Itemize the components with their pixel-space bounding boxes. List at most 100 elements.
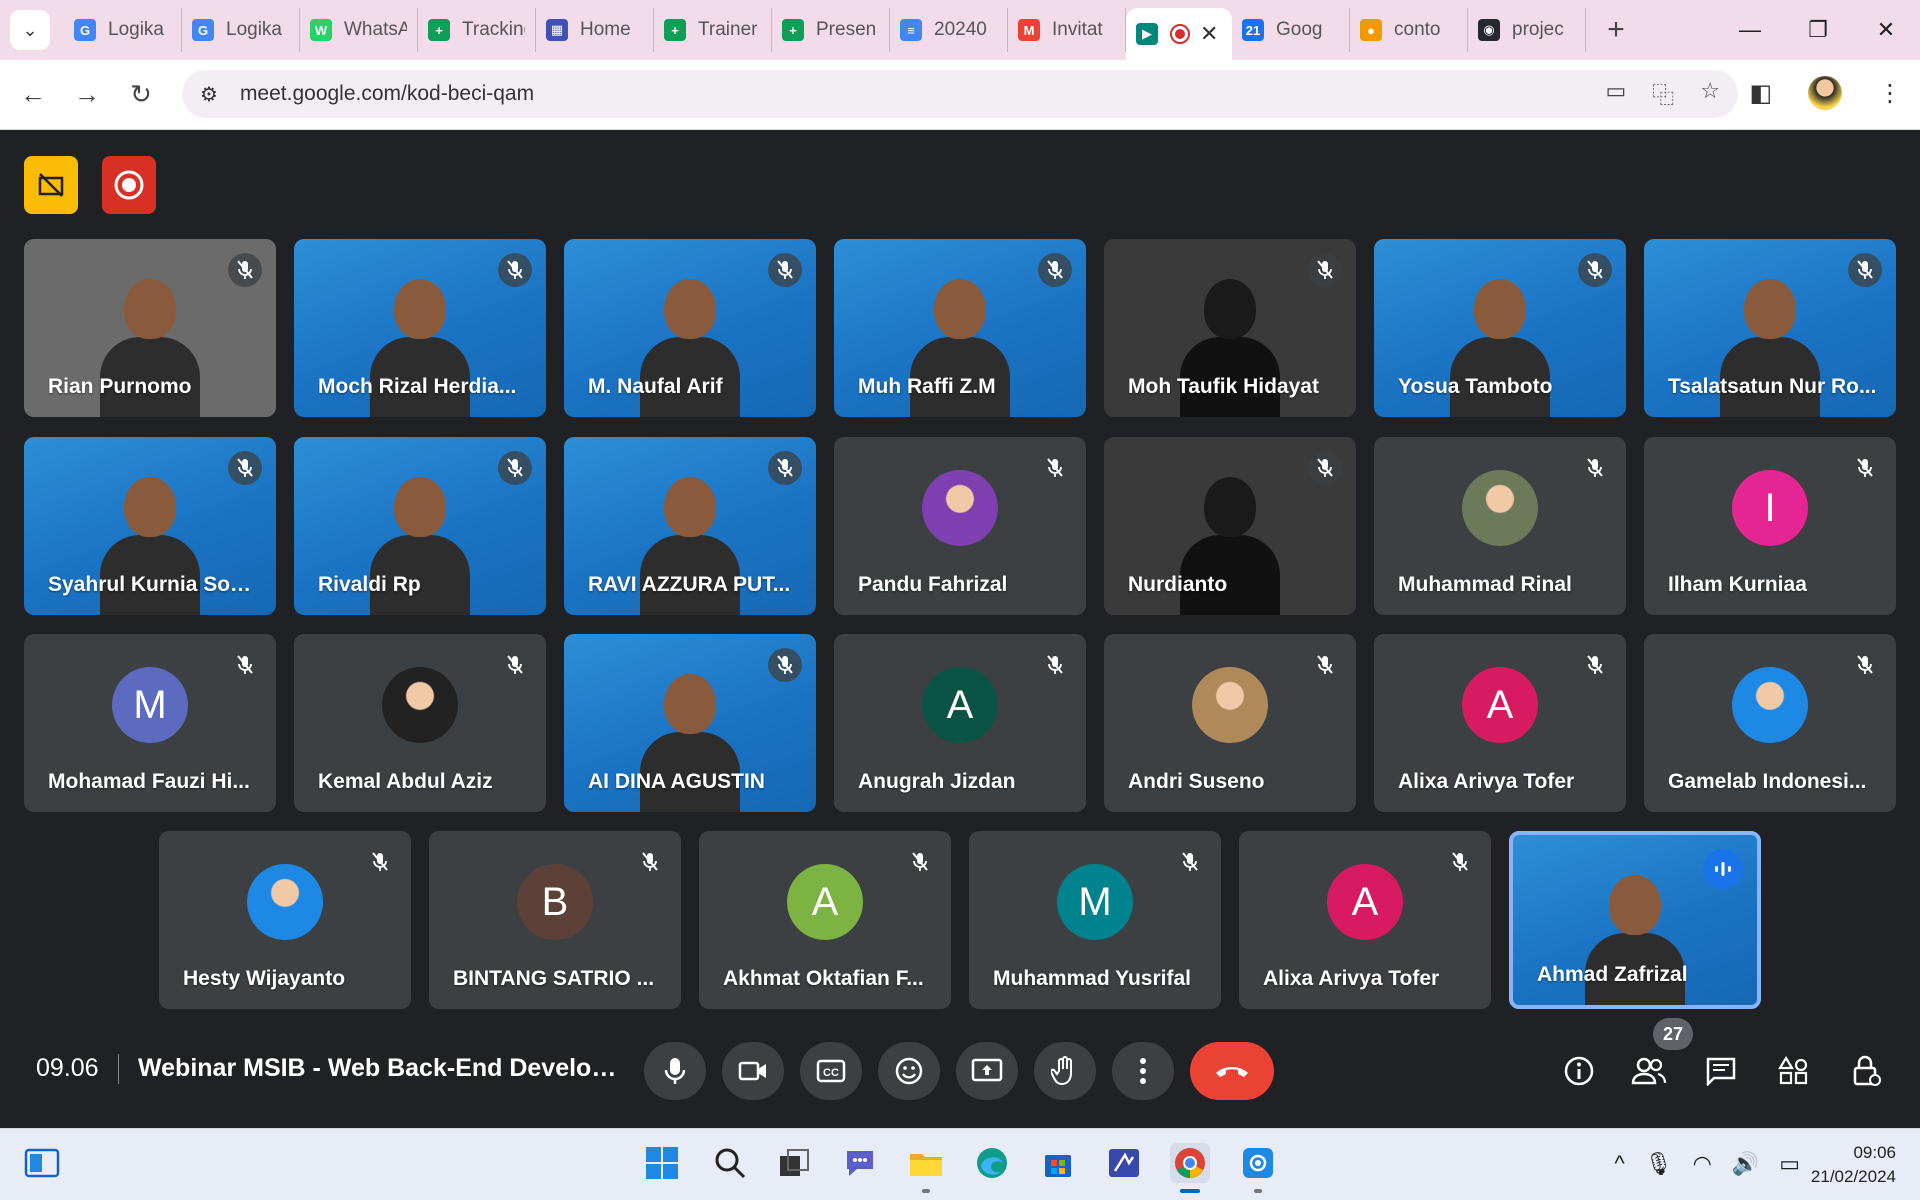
participant-tile[interactable]: Nurdianto <box>1104 437 1356 615</box>
participant-tile[interactable]: Rian Purnomo <box>24 239 276 417</box>
avatar: A <box>1327 864 1403 940</box>
participant-tile[interactable]: Gamelab Indonesi... <box>1644 634 1896 812</box>
participant-name: Kemal Abdul Aziz <box>318 770 493 793</box>
participant-tile[interactable]: A Alixa Arivya Tofer <box>1239 831 1491 1009</box>
wifi-icon[interactable]: ◠ <box>1693 1151 1712 1177</box>
people-icon[interactable] <box>1624 1046 1674 1096</box>
participant-tile[interactable]: Syahrul Kurnia Sop... <box>24 437 276 615</box>
system-clock[interactable]: 09:06 21/02/2024 <box>1811 1141 1896 1189</box>
bookmark-star-icon[interactable]: ☆ <box>1700 78 1720 110</box>
microphone-tray-icon[interactable]: 🎙 <box>1645 1151 1673 1177</box>
tab-title: Tracking <box>462 19 525 40</box>
avatar-photo <box>382 667 458 743</box>
widgets-icon[interactable] <box>22 1143 62 1183</box>
forward-icon[interactable]: → <box>60 79 114 110</box>
participant-tile[interactable]: A Alixa Arivya Tofer <box>1374 634 1626 812</box>
start-icon[interactable] <box>642 1143 682 1183</box>
browser-tab[interactable]: + Tracking <box>418 8 536 52</box>
search-icon[interactable] <box>710 1143 750 1183</box>
chevron-up-icon[interactable]: ^ <box>1614 1151 1624 1177</box>
participant-name: Anugrah Jizdan <box>858 770 1016 793</box>
participant-tile[interactable]: M Mohamad Fauzi Hi... <box>24 634 276 812</box>
translate-icon[interactable]: ⿻ <box>1652 78 1674 110</box>
participant-tile[interactable]: Yosua Tamboto <box>1374 239 1626 417</box>
participant-tile[interactable]: A Akhmat Oktafian F... <box>699 831 951 1009</box>
leave-call-button[interactable] <box>1190 1042 1274 1100</box>
side-panel-icon[interactable]: ◧ <box>1749 79 1772 108</box>
screen-recorder-icon[interactable] <box>1238 1143 1278 1183</box>
teams-chat-icon[interactable] <box>840 1143 880 1183</box>
participant-name: Gamelab Indonesi... <box>1668 770 1867 793</box>
browser-tab[interactable]: M Invitat <box>1008 8 1126 52</box>
minimize-icon[interactable]: — <box>1716 0 1784 60</box>
new-tab-button[interactable]: + <box>1596 13 1636 47</box>
participant-name: Akhmat Oktafian F... <box>723 967 924 990</box>
participant-tile[interactable]: A Anugrah Jizdan <box>834 634 1086 812</box>
microphone-button[interactable] <box>644 1042 706 1100</box>
camera-icon[interactable]: ▭ <box>1605 78 1626 110</box>
emoji-reaction-button[interactable] <box>878 1042 940 1100</box>
participant-tile[interactable]: Moch Rizal Herdia... <box>294 239 546 417</box>
activities-icon[interactable] <box>1768 1046 1818 1096</box>
browser-tab[interactable]: ≡ 20240 <box>890 8 1008 52</box>
url-text[interactable]: meet.google.com/kod-beci-qam <box>240 82 534 106</box>
participant-tile[interactable]: M. Naufal Arif <box>564 239 816 417</box>
present-screen-button[interactable] <box>956 1042 1018 1100</box>
participant-name: RAVI AZZURA PUT... <box>588 573 791 596</box>
raise-hand-button[interactable] <box>1034 1042 1096 1100</box>
browser-tab[interactable]: ▦ Home <box>536 8 654 52</box>
browser-tab[interactable]: + Presen <box>772 8 890 52</box>
participant-tile[interactable]: B BINTANG SATRIO ... <box>429 831 681 1009</box>
no-recording-indicator-icon[interactable] <box>24 156 78 214</box>
participant-tile[interactable]: Muhammad Rinal <box>1374 437 1626 615</box>
participant-tile[interactable]: Rivaldi Rp <box>294 437 546 615</box>
participant-tile[interactable]: Andri Suseno <box>1104 634 1356 812</box>
volume-icon[interactable]: 🔊 <box>1732 1151 1759 1177</box>
file-explorer-icon[interactable] <box>906 1143 946 1183</box>
battery-icon[interactable]: ▭ <box>1779 1151 1800 1177</box>
participant-tile[interactable]: Ahmad Zafrizal <box>1509 831 1761 1009</box>
microsoft-store-icon[interactable] <box>1038 1143 1078 1183</box>
browser-tab[interactable]: ◉ projec <box>1468 8 1586 52</box>
restore-icon[interactable]: ❐ <box>1784 0 1852 60</box>
browser-tab[interactable]: + Trainer <box>654 8 772 52</box>
meeting-details-icon[interactable] <box>1554 1046 1604 1096</box>
browser-menu-icon[interactable]: ⋮ <box>1878 79 1902 108</box>
camera-button[interactable] <box>722 1042 784 1100</box>
task-view-icon[interactable] <box>774 1143 814 1183</box>
participant-name: Moh Taufik Hidayat <box>1128 375 1319 398</box>
participant-tile[interactable]: Moh Taufik Hidayat <box>1104 239 1356 417</box>
tab-search-button[interactable]: ⌄ <box>10 10 50 50</box>
browser-tab[interactable]: G Logika <box>64 8 182 52</box>
participant-tile[interactable]: Muh Raffi Z.M <box>834 239 1086 417</box>
tab-close-icon[interactable]: ✕ <box>1200 21 1218 47</box>
chat-icon[interactable] <box>1696 1046 1746 1096</box>
profile-avatar[interactable] <box>1808 76 1842 110</box>
browser-tab[interactable]: ● conto <box>1350 8 1468 52</box>
vscode-app-icon[interactable] <box>1104 1143 1144 1183</box>
edge-icon[interactable] <box>972 1143 1012 1183</box>
more-options-button[interactable] <box>1112 1042 1174 1100</box>
browser-tab[interactable]: G Logika <box>182 8 300 52</box>
participant-tile[interactable]: RAVI AZZURA PUT... <box>564 437 816 615</box>
participant-tile[interactable]: M Muhammad Yusrifal <box>969 831 1221 1009</box>
participant-tile[interactable]: Tsalatsatun Nur Ro... <box>1644 239 1896 417</box>
participant-tile[interactable]: AI DINA AGUSTIN <box>564 634 816 812</box>
host-controls-icon[interactable] <box>1842 1046 1892 1096</box>
participant-tile[interactable]: Pandu Fahrizal <box>834 437 1086 615</box>
participant-tile[interactable]: Kemal Abdul Aziz <box>294 634 546 812</box>
participant-tile[interactable]: I Ilham Kurniaa <box>1644 437 1896 615</box>
back-icon[interactable]: ← <box>6 79 60 110</box>
site-info-icon[interactable]: ⚙ <box>200 82 218 107</box>
participant-tile[interactable]: Hesty Wijayanto <box>159 831 411 1009</box>
browser-tab[interactable]: W WhatsApp <box>300 8 418 52</box>
chrome-icon[interactable] <box>1170 1143 1210 1183</box>
omnibox[interactable]: ⚙ meet.google.com/kod-beci-qam ▭ ⿻ ☆ <box>182 70 1738 118</box>
reload-icon[interactable]: ↻ <box>114 79 168 110</box>
captions-button[interactable]: CC <box>800 1042 862 1100</box>
recording-indicator-icon[interactable] <box>102 156 156 214</box>
close-window-icon[interactable]: ✕ <box>1852 0 1920 60</box>
participant-video <box>1180 477 1280 615</box>
browser-tab[interactable]: 21 Goog <box>1232 8 1350 52</box>
browser-tab[interactable]: ▶ ✕ <box>1126 8 1232 60</box>
